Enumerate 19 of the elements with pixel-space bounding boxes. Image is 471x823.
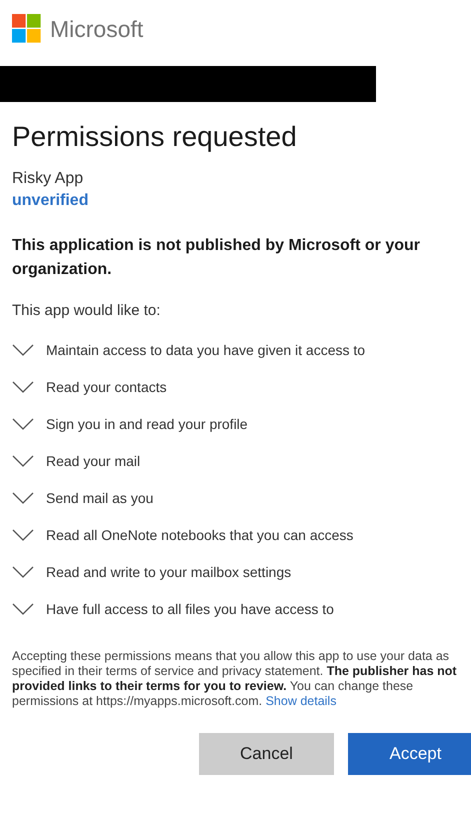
- permission-item[interactable]: Maintain access to data you have given it access to: [12, 331, 471, 368]
- permission-item[interactable]: Read your contacts: [12, 368, 471, 405]
- permission-item[interactable]: Read your mail: [12, 442, 471, 479]
- unverified-link[interactable]: unverified: [12, 192, 88, 210]
- brand-name: Microsoft: [50, 16, 144, 42]
- consent-notice: Accepting these permissions means that you allow this app to use your data as specified in their terms of service and privacy statement. The publisher has not provided links to their terms for you to review. You can change these permissions at https://myapps.microsoft.com. Show details: [12, 649, 458, 709]
- intro-text: This app would like to:: [12, 302, 162, 319]
- permission-item[interactable]: Read and write to your mailbox settings: [12, 553, 471, 590]
- accept-button[interactable]: Accept: [348, 733, 471, 775]
- permission-item[interactable]: Read all OneNote notebooks that you can access: [12, 516, 471, 553]
- show-details-link[interactable]: Show details: [266, 694, 336, 708]
- permission-item[interactable]: Send mail as you: [12, 479, 471, 516]
- page-title: Permissions requested: [12, 120, 298, 154]
- permission-item[interactable]: Have full access to all files you have access to: [12, 590, 471, 627]
- cancel-button[interactable]: Cancel: [199, 733, 334, 775]
- warning-text: This application is not published by Microsoft or your organization.: [12, 236, 422, 280]
- permission-item[interactable]: Sign you in and read your profile: [12, 405, 471, 442]
- app-name: Risky App: [12, 170, 84, 188]
- logo-icon: [12, 14, 42, 44]
